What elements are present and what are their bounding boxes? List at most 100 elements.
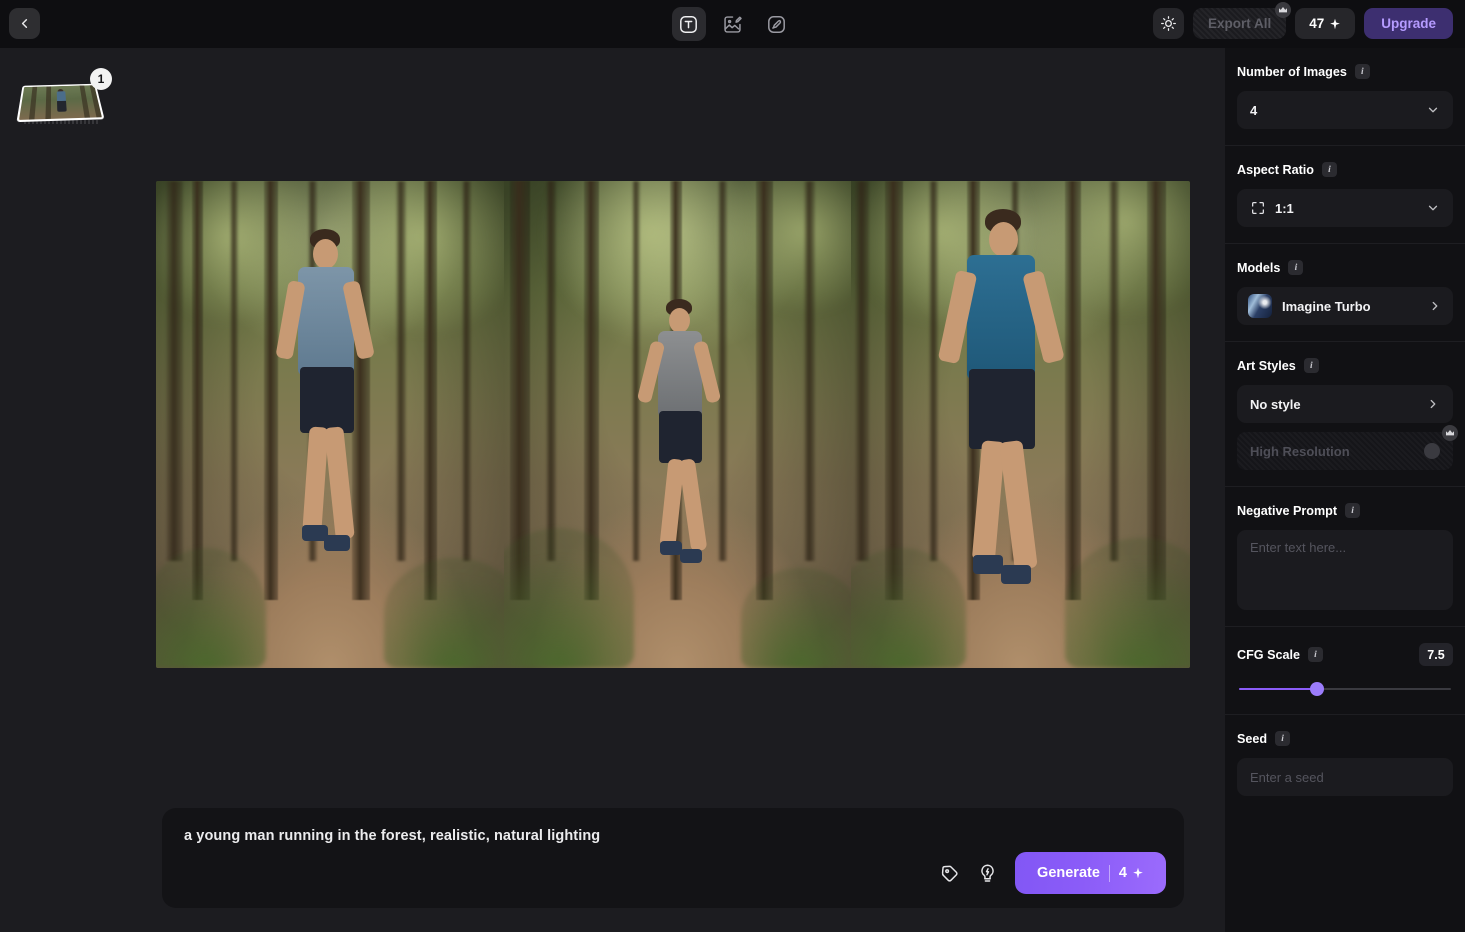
app-root: Export All 47 Upgrade bbox=[0, 0, 1465, 932]
panel-header: Negative Prompt i bbox=[1237, 503, 1453, 518]
runner-figure bbox=[929, 209, 1079, 668]
art-style-value: No style bbox=[1250, 397, 1426, 412]
generate-count: 4 bbox=[1119, 865, 1127, 881]
sparkle-icon bbox=[1132, 867, 1144, 879]
panel-models: Models i Imagine Turbo bbox=[1225, 244, 1465, 342]
settings-sidebar: Number of Images i 4 Aspect Ratio i bbox=[1225, 48, 1465, 932]
model-thumbnail bbox=[1248, 294, 1272, 318]
aspect-ratio-select[interactable]: 1:1 bbox=[1237, 189, 1453, 227]
export-all-premium-badge bbox=[1275, 2, 1291, 18]
negative-prompt-label: Negative Prompt bbox=[1237, 504, 1337, 518]
back-button[interactable] bbox=[9, 8, 40, 39]
panel-number-of-images: Number of Images i 4 bbox=[1225, 48, 1465, 146]
model-name: Imagine Turbo bbox=[1282, 299, 1418, 314]
chevron-down-icon bbox=[1426, 201, 1440, 215]
panel-header: Number of Images i bbox=[1237, 64, 1453, 79]
panel-art-styles: Art Styles i No style High Resolution bbox=[1225, 342, 1465, 487]
art-styles-label: Art Styles bbox=[1237, 359, 1296, 373]
crown-icon bbox=[1278, 6, 1288, 14]
chevron-right-icon bbox=[1428, 299, 1442, 313]
thumbnail-count-badge: 1 bbox=[90, 68, 112, 90]
tab-text-to-image[interactable] bbox=[672, 7, 706, 41]
high-resolution-premium-badge bbox=[1442, 425, 1458, 441]
negative-prompt-input[interactable]: Enter text here... bbox=[1237, 530, 1453, 610]
chevron-left-icon bbox=[17, 16, 32, 31]
slider-thumb[interactable] bbox=[1310, 682, 1324, 696]
text-tool-icon bbox=[678, 14, 699, 35]
tool-switcher bbox=[672, 7, 794, 41]
models-label: Models bbox=[1237, 261, 1280, 275]
enhance-prompt-button[interactable] bbox=[977, 863, 998, 884]
chevron-right-icon bbox=[1426, 397, 1440, 411]
panel-header: CFG Scale i 7.5 bbox=[1237, 643, 1453, 666]
info-icon[interactable]: i bbox=[1355, 64, 1370, 79]
runner-figure bbox=[632, 299, 732, 639]
brightness-icon bbox=[1160, 15, 1177, 32]
generate-label: Generate bbox=[1037, 865, 1100, 881]
header-actions: Export All 47 Upgrade bbox=[1153, 8, 1453, 39]
number-of-images-select[interactable]: 4 bbox=[1237, 91, 1453, 129]
generation-thumbnail[interactable]: 1 bbox=[20, 74, 110, 130]
number-of-images-label: Number of Images bbox=[1237, 65, 1347, 79]
seed-label: Seed bbox=[1237, 732, 1267, 746]
info-icon[interactable]: i bbox=[1275, 731, 1290, 746]
aspect-ratio-value: 1:1 bbox=[1275, 201, 1426, 216]
brightness-button[interactable] bbox=[1153, 8, 1184, 39]
generate-button[interactable]: Generate 4 bbox=[1015, 852, 1166, 894]
upgrade-button[interactable]: Upgrade bbox=[1364, 8, 1453, 39]
number-of-images-value: 4 bbox=[1250, 103, 1426, 118]
prompt-actions: Generate 4 bbox=[939, 852, 1166, 894]
chevron-down-icon bbox=[1426, 103, 1440, 117]
high-resolution-toggle[interactable] bbox=[1424, 443, 1440, 459]
high-resolution-toggle-row[interactable]: High Resolution bbox=[1237, 432, 1453, 470]
info-icon[interactable]: i bbox=[1322, 162, 1337, 177]
runner-figure bbox=[264, 229, 384, 649]
info-icon[interactable]: i bbox=[1345, 503, 1360, 518]
panel-cfg-scale: CFG Scale i 7.5 bbox=[1225, 627, 1465, 715]
canvas-area: 1 bbox=[0, 48, 1225, 932]
thumbnail-card bbox=[16, 84, 104, 122]
generated-image-2[interactable] bbox=[504, 181, 851, 668]
art-style-select[interactable]: No style bbox=[1237, 385, 1453, 423]
crown-icon bbox=[1445, 429, 1455, 437]
aspect-ratio-icon bbox=[1250, 200, 1266, 216]
model-select[interactable]: Imagine Turbo bbox=[1237, 287, 1453, 325]
export-all-button[interactable]: Export All bbox=[1193, 8, 1286, 39]
high-resolution-label: High Resolution bbox=[1250, 444, 1424, 459]
credits-badge[interactable]: 47 bbox=[1295, 8, 1355, 39]
slider-fill bbox=[1239, 688, 1317, 690]
image-edit-icon bbox=[722, 14, 743, 35]
prompt-bar[interactable]: a young man running in the forest, reali… bbox=[162, 808, 1184, 908]
generate-cost: 4 bbox=[1119, 865, 1144, 881]
generated-images-strip bbox=[156, 181, 1190, 668]
cfg-scale-value: 7.5 bbox=[1419, 643, 1453, 666]
panel-negative-prompt: Negative Prompt i Enter text here... bbox=[1225, 487, 1465, 627]
lightbulb-idea-icon bbox=[977, 863, 998, 884]
tag-button[interactable] bbox=[939, 863, 960, 884]
panel-aspect-ratio: Aspect Ratio i 1:1 bbox=[1225, 146, 1465, 244]
info-icon[interactable]: i bbox=[1308, 647, 1323, 662]
prompt-input[interactable]: a young man running in the forest, reali… bbox=[184, 828, 1162, 844]
tab-brush[interactable] bbox=[760, 7, 794, 41]
seed-input[interactable]: Enter a seed bbox=[1237, 758, 1453, 796]
generate-separator bbox=[1109, 865, 1110, 882]
tag-icon bbox=[939, 863, 960, 884]
generated-image-1[interactable] bbox=[156, 181, 504, 668]
generated-image-3[interactable] bbox=[851, 181, 1190, 668]
top-bar: Export All 47 Upgrade bbox=[0, 0, 1465, 48]
export-all-label: Export All bbox=[1208, 16, 1271, 31]
info-icon[interactable]: i bbox=[1288, 260, 1303, 275]
info-icon[interactable]: i bbox=[1304, 358, 1319, 373]
panel-header: Aspect Ratio i bbox=[1237, 162, 1453, 177]
credits-value: 47 bbox=[1309, 16, 1324, 31]
tab-image-edit[interactable] bbox=[716, 7, 750, 41]
cfg-scale-slider[interactable] bbox=[1239, 682, 1451, 696]
aspect-ratio-label: Aspect Ratio bbox=[1237, 163, 1314, 177]
cfg-scale-label: CFG Scale bbox=[1237, 648, 1300, 662]
sparkle-icon bbox=[1329, 18, 1341, 30]
panel-header: Art Styles i bbox=[1237, 358, 1453, 373]
panel-seed: Seed i Enter a seed bbox=[1225, 715, 1465, 812]
panel-header: Seed i bbox=[1237, 731, 1453, 746]
brush-icon bbox=[766, 14, 787, 35]
panel-header: Models i bbox=[1237, 260, 1453, 275]
